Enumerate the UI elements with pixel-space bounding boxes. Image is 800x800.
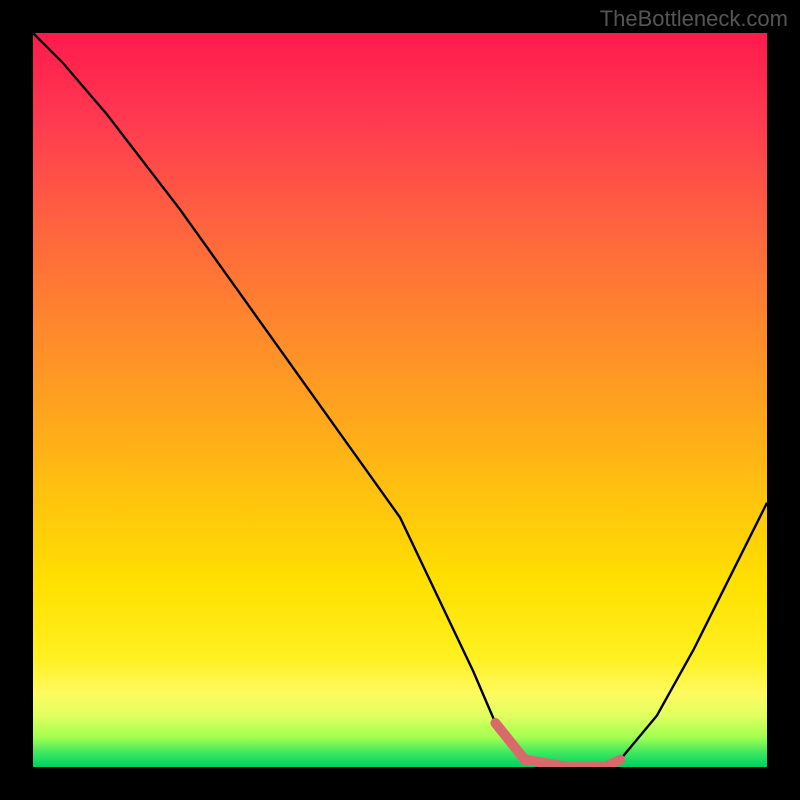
- bottleneck-curve: [33, 33, 767, 767]
- watermark-label: TheBottleneck.com: [600, 6, 788, 32]
- chart-area: [33, 33, 767, 767]
